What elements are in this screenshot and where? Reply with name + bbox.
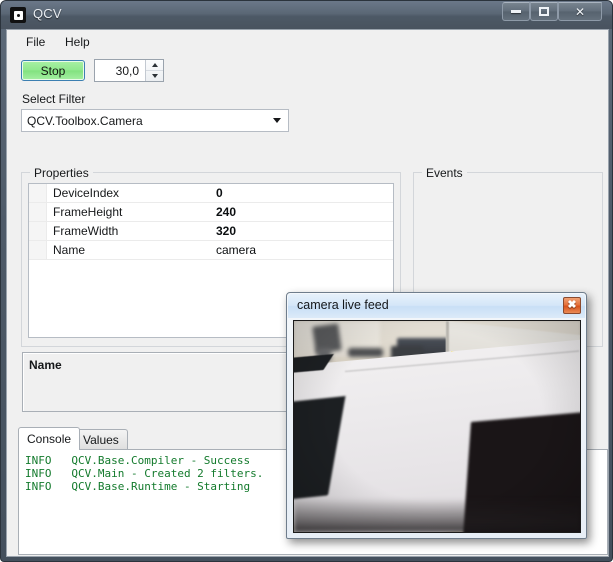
property-value[interactable]: 320 (214, 224, 393, 238)
row-gutter (29, 222, 47, 240)
minimize-button[interactable] (502, 2, 530, 21)
app-icon-inner (14, 11, 23, 20)
filter-combobox-value: QCV.Toolbox.Camera (22, 114, 266, 128)
fps-value[interactable]: 30,0 (95, 60, 145, 81)
chevron-down-icon (152, 74, 158, 78)
row-gutter (29, 241, 47, 259)
maximize-button[interactable] (530, 2, 558, 21)
app-icon (10, 7, 26, 23)
property-name: Name (47, 243, 214, 257)
close-icon: ✕ (575, 6, 585, 18)
window-titlebar[interactable]: QCV ✕ (1, 1, 612, 29)
properties-legend: Properties (30, 166, 93, 180)
row-gutter (29, 184, 47, 202)
minimize-icon (511, 10, 521, 13)
table-row[interactable]: Name camera (29, 241, 393, 260)
property-value[interactable]: 240 (214, 205, 393, 219)
property-name: FrameHeight (47, 205, 214, 219)
app-icon-dot (17, 14, 20, 17)
close-icon: ✖ (567, 300, 576, 311)
tab-console[interactable]: Console (18, 427, 80, 450)
filter-combobox-arrow[interactable] (266, 118, 288, 123)
menubar: File Help (7, 30, 608, 52)
camera-live-feed-window: camera live feed ✖ (286, 292, 587, 539)
select-filter-label: Select Filter (22, 92, 85, 106)
events-legend: Events (422, 166, 467, 180)
description-title: Name (29, 358, 62, 372)
table-row[interactable]: DeviceIndex 0 (29, 184, 393, 203)
tab-values[interactable]: Values (74, 429, 128, 449)
property-value[interactable]: 0 (214, 186, 393, 200)
cam-vignette (294, 321, 580, 532)
camera-window-title: camera live feed (297, 298, 389, 312)
menu-item-help[interactable]: Help (59, 33, 96, 51)
stop-button[interactable]: Stop (21, 60, 85, 81)
fps-spinner[interactable]: 30,0 (94, 59, 164, 82)
camera-feed-image (294, 321, 580, 532)
camera-window-titlebar[interactable]: camera live feed ✖ (288, 294, 585, 318)
chevron-up-icon (152, 63, 158, 67)
description-box: Name (22, 352, 287, 412)
filter-combobox[interactable]: QCV.Toolbox.Camera (21, 109, 289, 132)
fps-decrement-button[interactable] (146, 71, 163, 81)
row-gutter (29, 203, 47, 221)
fps-spinner-buttons (145, 60, 163, 81)
table-row[interactable]: FrameHeight 240 (29, 203, 393, 222)
property-name: FrameWidth (47, 224, 214, 238)
property-name: DeviceIndex (47, 186, 214, 200)
property-value[interactable]: camera (214, 243, 393, 257)
maximize-icon (539, 7, 549, 16)
camera-viewport (293, 320, 581, 533)
menu-item-file[interactable]: File (20, 33, 51, 51)
fps-increment-button[interactable] (146, 60, 163, 71)
close-button[interactable]: ✕ (558, 2, 602, 21)
window-title: QCV (33, 6, 62, 21)
chevron-down-icon (273, 118, 281, 123)
camera-close-button[interactable]: ✖ (563, 297, 581, 314)
table-row[interactable]: FrameWidth 320 (29, 222, 393, 241)
